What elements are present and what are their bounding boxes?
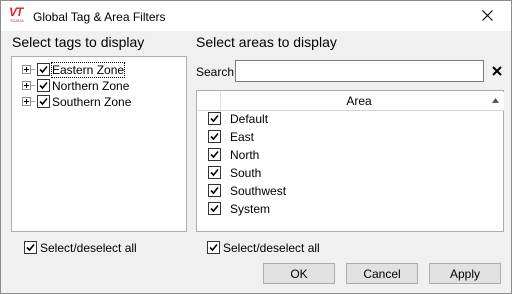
app-logo: VT SCADA	[9, 5, 26, 24]
area-label: North	[230, 148, 260, 162]
close-button[interactable]	[465, 1, 511, 31]
checkmark-icon	[39, 65, 48, 74]
area-list[interactable]: Area Default East North South Southwest …	[196, 90, 504, 232]
checkmark-icon	[26, 243, 35, 252]
dialog-window: VT SCADA Global Tag & Area Filters Selec…	[0, 0, 512, 294]
area-label: System	[230, 202, 271, 216]
cancel-button[interactable]: Cancel	[346, 263, 418, 284]
area-row-default[interactable]: Default	[198, 110, 504, 128]
plus-expander-icon[interactable]	[22, 81, 31, 90]
area-checkbox[interactable]	[208, 184, 221, 197]
search-label: Search	[196, 65, 235, 79]
apply-button[interactable]: Apply	[429, 263, 501, 284]
close-icon	[482, 10, 493, 21]
checkmark-icon	[210, 114, 219, 123]
checkmark-icon	[210, 132, 219, 141]
tags-select-all-checkbox[interactable]	[24, 241, 37, 254]
tags-select-all-label: Select/deselect all	[40, 241, 137, 255]
area-label: Southwest	[230, 184, 287, 198]
area-row-east[interactable]: East	[198, 128, 504, 146]
area-row-north[interactable]: North	[198, 146, 504, 164]
search-input[interactable]	[235, 60, 484, 82]
area-checkbox[interactable]	[208, 202, 221, 215]
checkmark-icon	[209, 243, 218, 252]
checkmark-icon	[210, 150, 219, 159]
area-checkbox[interactable]	[208, 130, 221, 143]
tree-checkbox[interactable]	[37, 79, 50, 92]
tree-checkbox[interactable]	[37, 63, 50, 76]
checkmark-icon	[210, 204, 219, 213]
checkmark-icon	[39, 81, 48, 90]
plus-expander-icon[interactable]	[22, 97, 31, 106]
areas-select-all-checkbox[interactable]	[207, 241, 220, 254]
area-label: East	[230, 130, 255, 144]
areas-select-all-label: Select/deselect all	[223, 241, 320, 255]
plus-expander-icon[interactable]	[22, 65, 31, 74]
ok-button[interactable]: OK	[263, 263, 335, 284]
areas-heading: Select areas to display	[196, 34, 337, 50]
area-column-label: Area	[346, 94, 372, 108]
area-column-header[interactable]: Area	[198, 92, 504, 111]
tags-heading: Select tags to display	[12, 34, 145, 50]
checkmark-icon	[210, 186, 219, 195]
area-row-south[interactable]: South	[198, 164, 504, 182]
tag-tree[interactable]: Eastern Zone Northern Zone Southern Zone	[11, 56, 187, 232]
area-row-southwest[interactable]: Southwest	[198, 182, 504, 200]
tree-item-label: Southern Zone	[52, 95, 132, 109]
logo-subtext: SCADA	[10, 18, 24, 23]
area-label: Default	[230, 112, 269, 126]
area-checkbox[interactable]	[208, 148, 221, 161]
area-checkbox[interactable]	[208, 166, 221, 179]
tree-item-label: Northern Zone	[52, 79, 130, 93]
window-title: Global Tag & Area Filters	[33, 10, 166, 24]
title-bar: VT SCADA Global Tag & Area Filters	[1, 1, 511, 31]
tree-checkbox[interactable]	[37, 95, 50, 108]
area-label: South	[230, 166, 262, 180]
logo-text: VT	[9, 5, 23, 19]
sort-ascending-icon	[492, 98, 499, 103]
checkmark-icon	[39, 97, 48, 106]
clear-search-icon[interactable]	[492, 66, 502, 76]
tree-item-label: Eastern Zone	[50, 62, 126, 78]
area-row-system[interactable]: System	[198, 200, 504, 218]
area-checkbox[interactable]	[208, 112, 221, 125]
checkmark-icon	[210, 168, 219, 177]
